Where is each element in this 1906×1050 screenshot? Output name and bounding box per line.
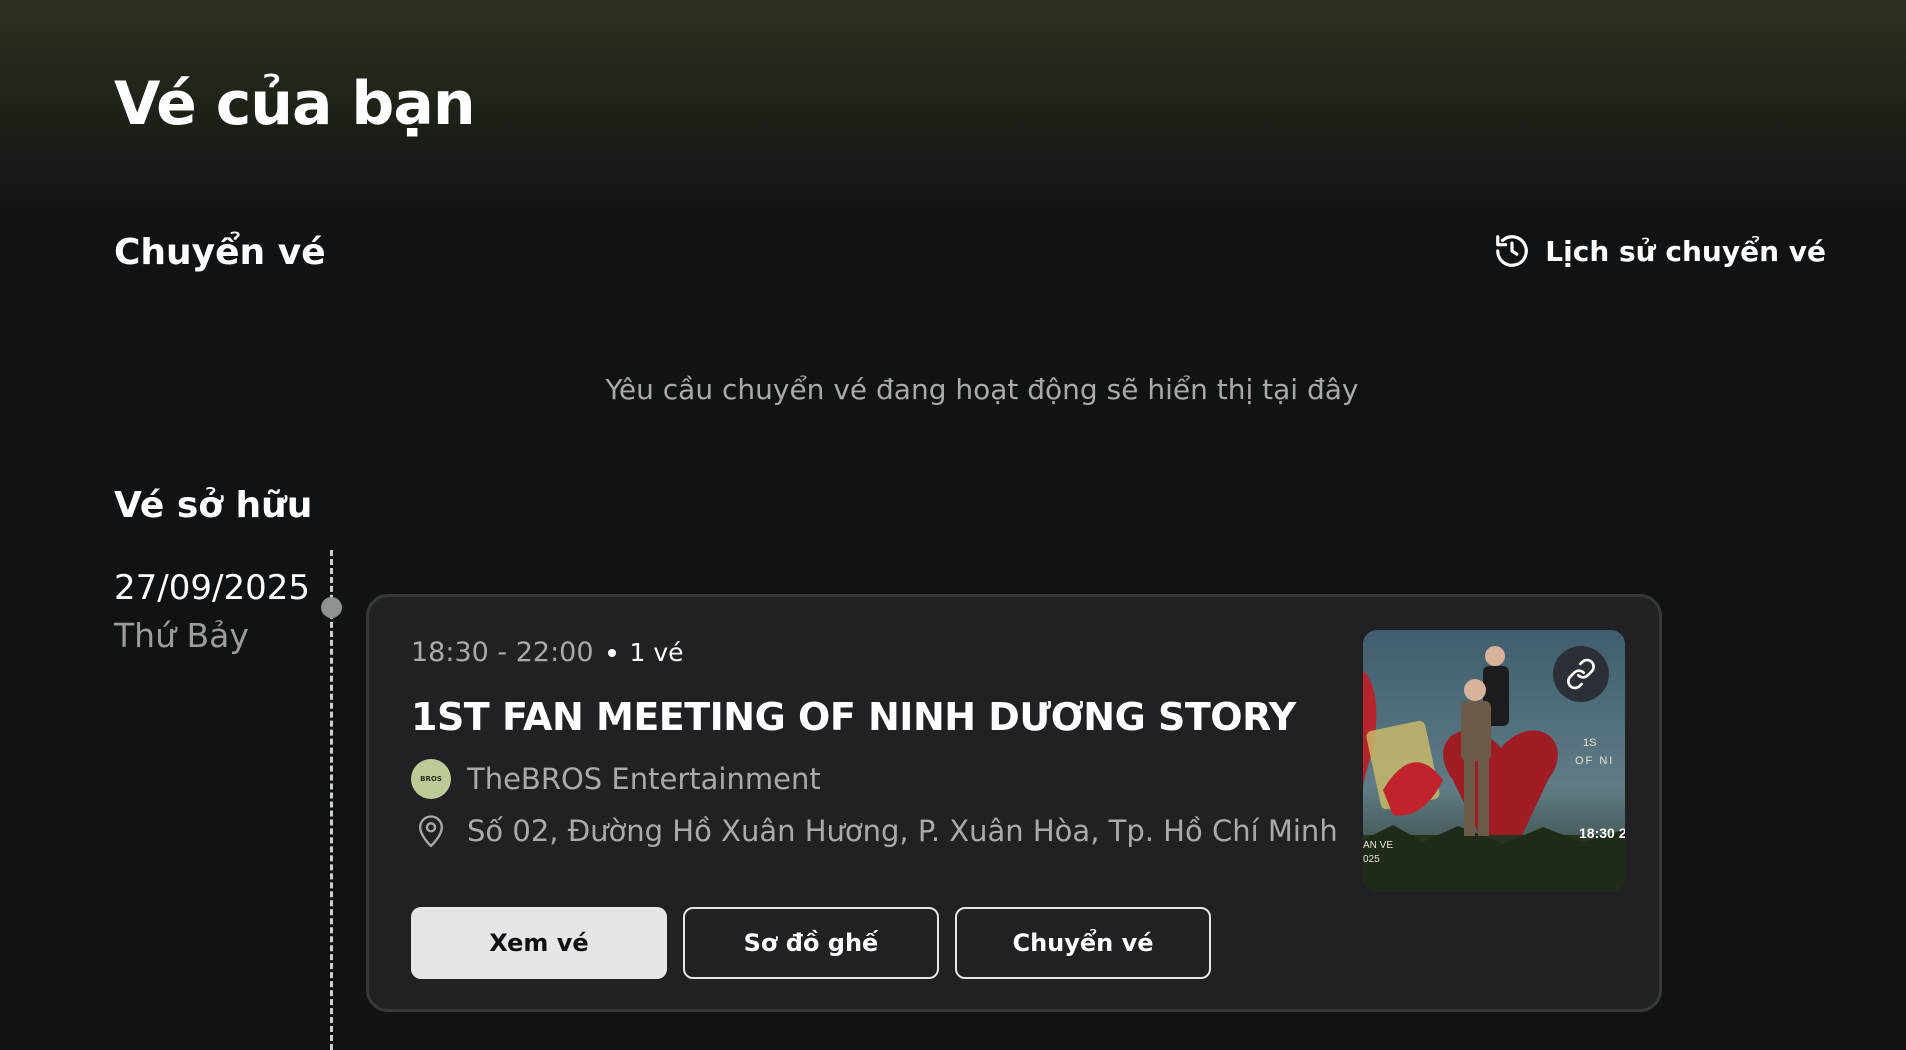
separator-dot — [607, 648, 616, 657]
organizer-name: TheBROS Entertainment — [467, 762, 821, 796]
ticket-meta: 18:30 - 22:00 1 vé — [411, 637, 684, 668]
poster-text-3: 18:30 2 — [1579, 825, 1625, 841]
event-title[interactable]: 1ST FAN MEETING OF NINH DƯƠNG STORY — [411, 695, 1296, 739]
copy-link-button[interactable] — [1553, 646, 1609, 702]
weekday-label: Thứ Bảy — [114, 616, 249, 655]
venue-address: Số 02, Đường Hồ Xuân Hương, P. Xuân Hòa,… — [467, 814, 1338, 848]
organizer-logo: BROS — [411, 759, 451, 799]
view-ticket-button[interactable]: Xem vé — [411, 907, 667, 979]
page-title: Vé của bạn — [114, 69, 476, 139]
date-label: 27/09/2025 — [114, 568, 310, 608]
transfer-history-link[interactable]: Lịch sử chuyển vé — [1493, 232, 1826, 270]
transfer-empty-message: Yêu cầu chuyển vé đang hoạt động sẽ hiển… — [605, 373, 1359, 406]
ticket-count: 1 vé — [629, 638, 684, 667]
map-pin-icon — [419, 815, 443, 848]
poster-text-4: AN VE — [1363, 840, 1393, 851]
event-poster[interactable]: 1S OF NI 18:30 2 AN VE 025 — [1363, 630, 1625, 892]
history-clock-icon — [1496, 235, 1529, 267]
poster-text-2: OF NI — [1575, 755, 1614, 767]
organizer-logo-text: BROS — [420, 775, 442, 783]
ticket-time: 18:30 - 22:00 — [411, 637, 594, 668]
link-icon — [1567, 658, 1595, 690]
transfer-ticket-button[interactable]: Chuyển vé — [955, 907, 1211, 979]
organizer-row: BROS TheBROS Entertainment — [411, 759, 821, 799]
poster-text-5: 025 — [1363, 854, 1380, 865]
seat-map-button[interactable]: Sơ đồ ghế — [683, 907, 939, 979]
transfer-history-label: Lịch sử chuyển vé — [1545, 234, 1826, 268]
venue-row: Số 02, Đường Hồ Xuân Hương, P. Xuân Hòa,… — [411, 811, 1338, 851]
timeline-line — [330, 550, 333, 1050]
owned-section-title: Vé sở hữu — [114, 485, 313, 526]
poster-text-1: 1S — [1583, 737, 1596, 749]
timeline-dot — [321, 597, 342, 618]
date-group-header: 27/09/2025 Thứ Bảy — [114, 566, 310, 658]
ticket-card[interactable]: 18:30 - 22:00 1 vé 1ST FAN MEETING OF NI… — [366, 594, 1662, 1012]
transfer-section-title: Chuyển vé — [114, 232, 326, 273]
